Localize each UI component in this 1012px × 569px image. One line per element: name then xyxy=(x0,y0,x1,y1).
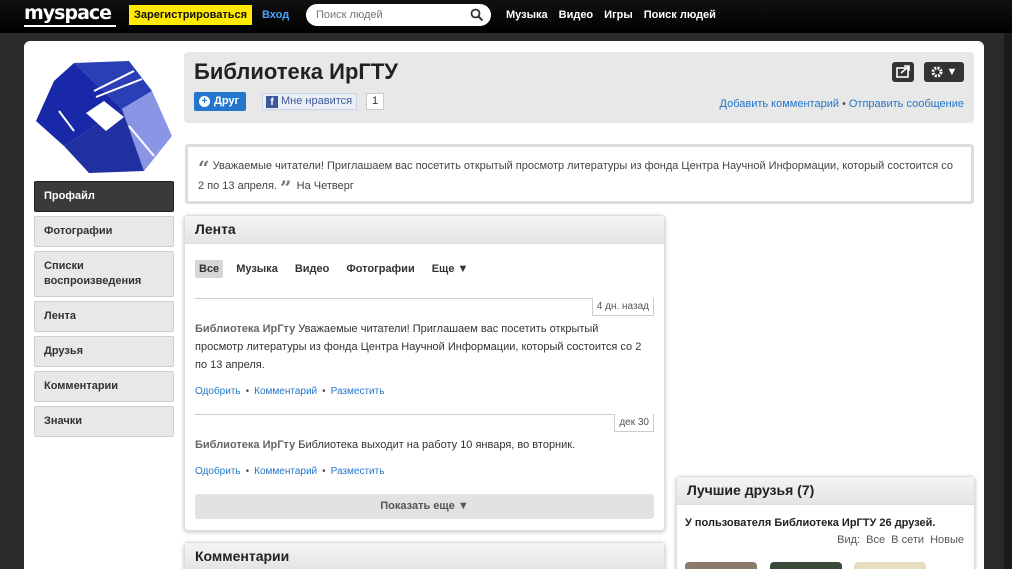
nav-games[interactable]: Игры xyxy=(604,9,633,21)
comments-panel: Комментарии xyxy=(184,542,665,569)
filter-more[interactable]: Еще ▼ xyxy=(428,260,473,278)
sidebar-item-photos[interactable]: Фотографии xyxy=(34,216,174,247)
bullet-icon: • xyxy=(245,466,250,477)
feed-filters: Все Музыка Видео Фотографии Еще ▼ xyxy=(195,260,472,278)
entry-actions: Одобрить • Комментарий • Разместить xyxy=(195,386,384,397)
best-friends-panel: Лучшие друзья (7) У пользователя Библиот… xyxy=(676,476,975,569)
feed-panel: Лента Все Музыка Видео Фотографии Еще ▼ … xyxy=(184,215,665,531)
entry-divider xyxy=(195,298,654,299)
top-nav: Музыка Видео Игры Поиск людей xyxy=(506,9,727,21)
feed-entry: дек 30 Библиотека ИрГту Библиотека выход… xyxy=(195,414,654,477)
entry-actions: Одобрить • Комментарий • Разместить xyxy=(195,466,384,477)
feed-entry: 4 дн. назад Библиотека ИрГту Уважаемые ч… xyxy=(195,298,654,397)
page-title: Библиотека ИрГТУ xyxy=(194,59,398,84)
sidebar-item-profile[interactable]: Профайл xyxy=(34,181,174,212)
friends-count-text: У пользователя Библиотека ИрГТУ 26 друзе… xyxy=(685,517,936,529)
nav-music[interactable]: Музыка xyxy=(506,9,548,21)
filter-music[interactable]: Музыка xyxy=(232,260,282,278)
share-link[interactable]: Разместить xyxy=(331,386,385,397)
profile-sidebar: Профайл Фотографии Списки воспроизведени… xyxy=(34,181,174,441)
feed-title: Лента xyxy=(185,216,664,244)
scrollbar-track[interactable] xyxy=(1004,33,1012,569)
friend-avatar[interactable] xyxy=(770,562,842,569)
entry-body: Библиотека выходит на работу 10 января, … xyxy=(298,439,576,451)
gear-icon xyxy=(931,66,943,78)
nav-people-search[interactable]: Поиск людей xyxy=(644,9,716,21)
comment-link[interactable]: Комментарий xyxy=(254,466,317,477)
view-new[interactable]: Новые xyxy=(930,534,964,546)
logo-underline xyxy=(24,25,116,27)
entry-text: Библиотека ИрГту Уважаемые читатели! При… xyxy=(195,320,647,374)
login-link[interactable]: Вход xyxy=(262,9,289,21)
approve-link[interactable]: Одобрить xyxy=(195,466,241,477)
myspace-logo[interactable]: myspace xyxy=(24,2,112,24)
profile-page: Профайл Фотографии Списки воспроизведени… xyxy=(24,41,984,569)
add-friend-button[interactable]: + Друг xyxy=(194,92,247,111)
best-friends-title: Лучшие друзья (7) xyxy=(677,477,974,505)
facebook-icon: f xyxy=(266,95,278,108)
sidebar-item-feed[interactable]: Лента xyxy=(34,301,174,332)
friend-avatar[interactable] xyxy=(685,562,757,569)
sidebar-item-comments[interactable]: Комментарии xyxy=(34,371,174,402)
profile-header: Библиотека ИрГТУ + Друг f Мне нравится 1… xyxy=(184,52,974,123)
sidebar-item-friends[interactable]: Друзья xyxy=(34,336,174,367)
comments-title: Комментарии xyxy=(185,543,664,569)
view-label: Вид: xyxy=(837,534,861,546)
entry-text: Библиотека ИрГту Библиотека выходит на р… xyxy=(195,436,647,454)
view-all[interactable]: Все xyxy=(866,534,885,546)
send-message-link[interactable]: Отправить сообщение xyxy=(849,98,964,110)
sidebar-item-badges[interactable]: Значки xyxy=(34,406,174,437)
search-box xyxy=(306,4,491,26)
sidebar-item-playlists[interactable]: Списки воспроизведения xyxy=(34,251,174,297)
bullet-icon: • xyxy=(245,386,250,397)
filter-all[interactable]: Все xyxy=(195,260,224,278)
open-quote-icon: “ xyxy=(198,156,210,180)
register-button[interactable]: Зарегистрироваться xyxy=(129,5,253,25)
search-icon[interactable] xyxy=(470,8,484,22)
profile-avatar[interactable] xyxy=(34,51,174,176)
chevron-down-icon: ▼ xyxy=(946,66,958,78)
entry-author[interactable]: Библиотека ИрГту xyxy=(195,439,295,451)
status-time: На Четверг xyxy=(296,180,354,192)
view-online[interactable]: В сети xyxy=(891,534,924,546)
link-separator: • xyxy=(842,98,846,110)
entry-time: 4 дн. назад xyxy=(591,298,654,316)
comment-link[interactable]: Комментарий xyxy=(254,386,317,397)
facebook-like-button[interactable]: f Мне нравится xyxy=(262,93,358,110)
friend-avatar[interactable] xyxy=(854,562,926,569)
show-more-button[interactable]: Показать еще ▼ xyxy=(195,494,654,519)
like-count: 1 xyxy=(366,93,385,110)
nav-video[interactable]: Видео xyxy=(559,9,594,21)
entry-time: дек 30 xyxy=(614,414,654,432)
plus-icon: + xyxy=(199,96,210,107)
filter-photos[interactable]: Фотографии xyxy=(342,260,418,278)
bullet-icon: • xyxy=(322,386,326,397)
close-quote-icon: ” xyxy=(280,176,292,200)
settings-menu-button[interactable]: ▼ xyxy=(924,62,964,82)
bullet-icon: • xyxy=(322,466,326,477)
share-button[interactable] xyxy=(892,62,914,82)
approve-link[interactable]: Одобрить xyxy=(195,386,241,397)
status-message: “ Уважаемые читатели! Приглашаем вас пос… xyxy=(185,144,974,204)
filter-video[interactable]: Видео xyxy=(291,260,334,278)
add-comment-link[interactable]: Добавить комментарий xyxy=(720,98,839,110)
entry-author[interactable]: Библиотека ИрГту xyxy=(195,323,295,335)
like-label: Мне нравится xyxy=(281,95,353,107)
share-link[interactable]: Разместить xyxy=(331,466,385,477)
friends-view-filter: Вид: Все В сети Новые xyxy=(834,534,964,546)
top-bar: myspace Зарегистрироваться Вход Музыка В… xyxy=(0,0,1012,33)
entry-divider xyxy=(195,414,654,415)
search-input[interactable] xyxy=(316,7,466,23)
header-links: Добавить комментарий • Отправить сообщение xyxy=(720,98,964,110)
add-friend-label: Друг xyxy=(214,95,240,107)
share-icon xyxy=(896,65,910,78)
